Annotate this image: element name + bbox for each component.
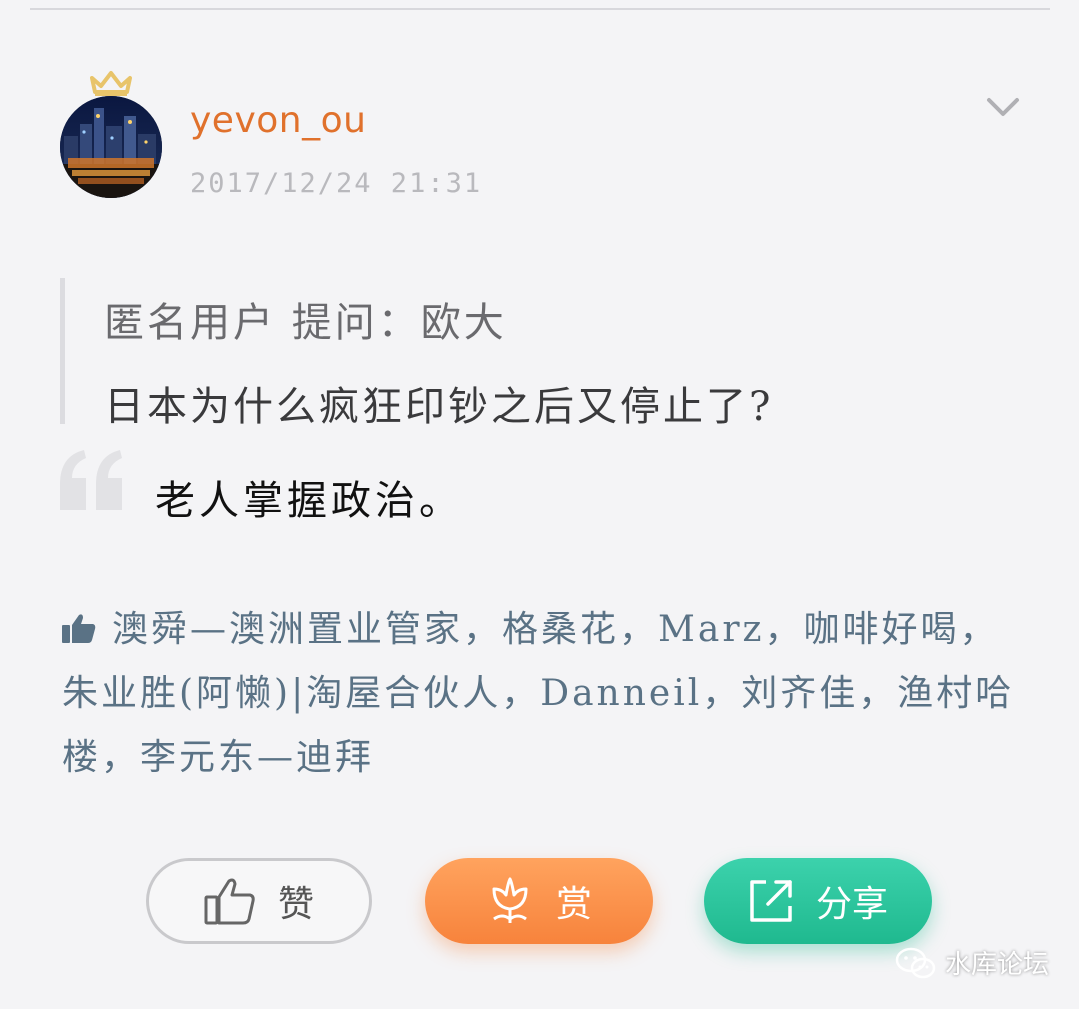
likes-names[interactable]: 澳舜—澳洲置业管家，格桑花，Marz，咖啡好喝，朱业胜(阿懒)|淘屋合伙人，Da… [62,609,1014,778]
thumbs-up-icon [62,614,96,643]
quote-icon [60,450,122,510]
like-button[interactable]: 赞 [146,858,372,944]
chevron-down-icon[interactable] [983,92,1023,122]
top-divider [30,8,1050,10]
share-icon [750,880,792,922]
question-header: 匿名用户 提问：欧大 [104,300,507,346]
share-label: 分享 [815,884,888,925]
quote-bar [60,278,65,424]
reward-button[interactable]: 赏 [425,858,653,944]
post-timestamp: 2017/12/24 21:31 [190,168,483,199]
reward-label: 赏 [555,884,592,925]
watermark: 水库论坛 [895,944,1049,981]
avatar[interactable] [60,96,162,198]
like-label: 赞 [277,884,314,925]
thumbs-up-icon [204,878,255,925]
username[interactable]: yevon_ou [190,100,366,141]
answer-text: 老人掌握政治。 [155,478,463,524]
flower-icon [492,877,528,923]
likes-list: 澳舜—澳洲置业管家，格桑花，Marz，咖啡好喝，朱业胜(阿懒)|淘屋合伙人，Da… [62,598,1022,790]
crown-icon [90,71,132,96]
question-text: 日本为什么疯狂印钞之后又停止了? [104,384,774,430]
wechat-icon [895,947,936,978]
user-avatar-group[interactable] [58,70,164,198]
watermark-text: 水库论坛 [945,950,1050,980]
share-button[interactable]: 分享 [704,858,932,944]
